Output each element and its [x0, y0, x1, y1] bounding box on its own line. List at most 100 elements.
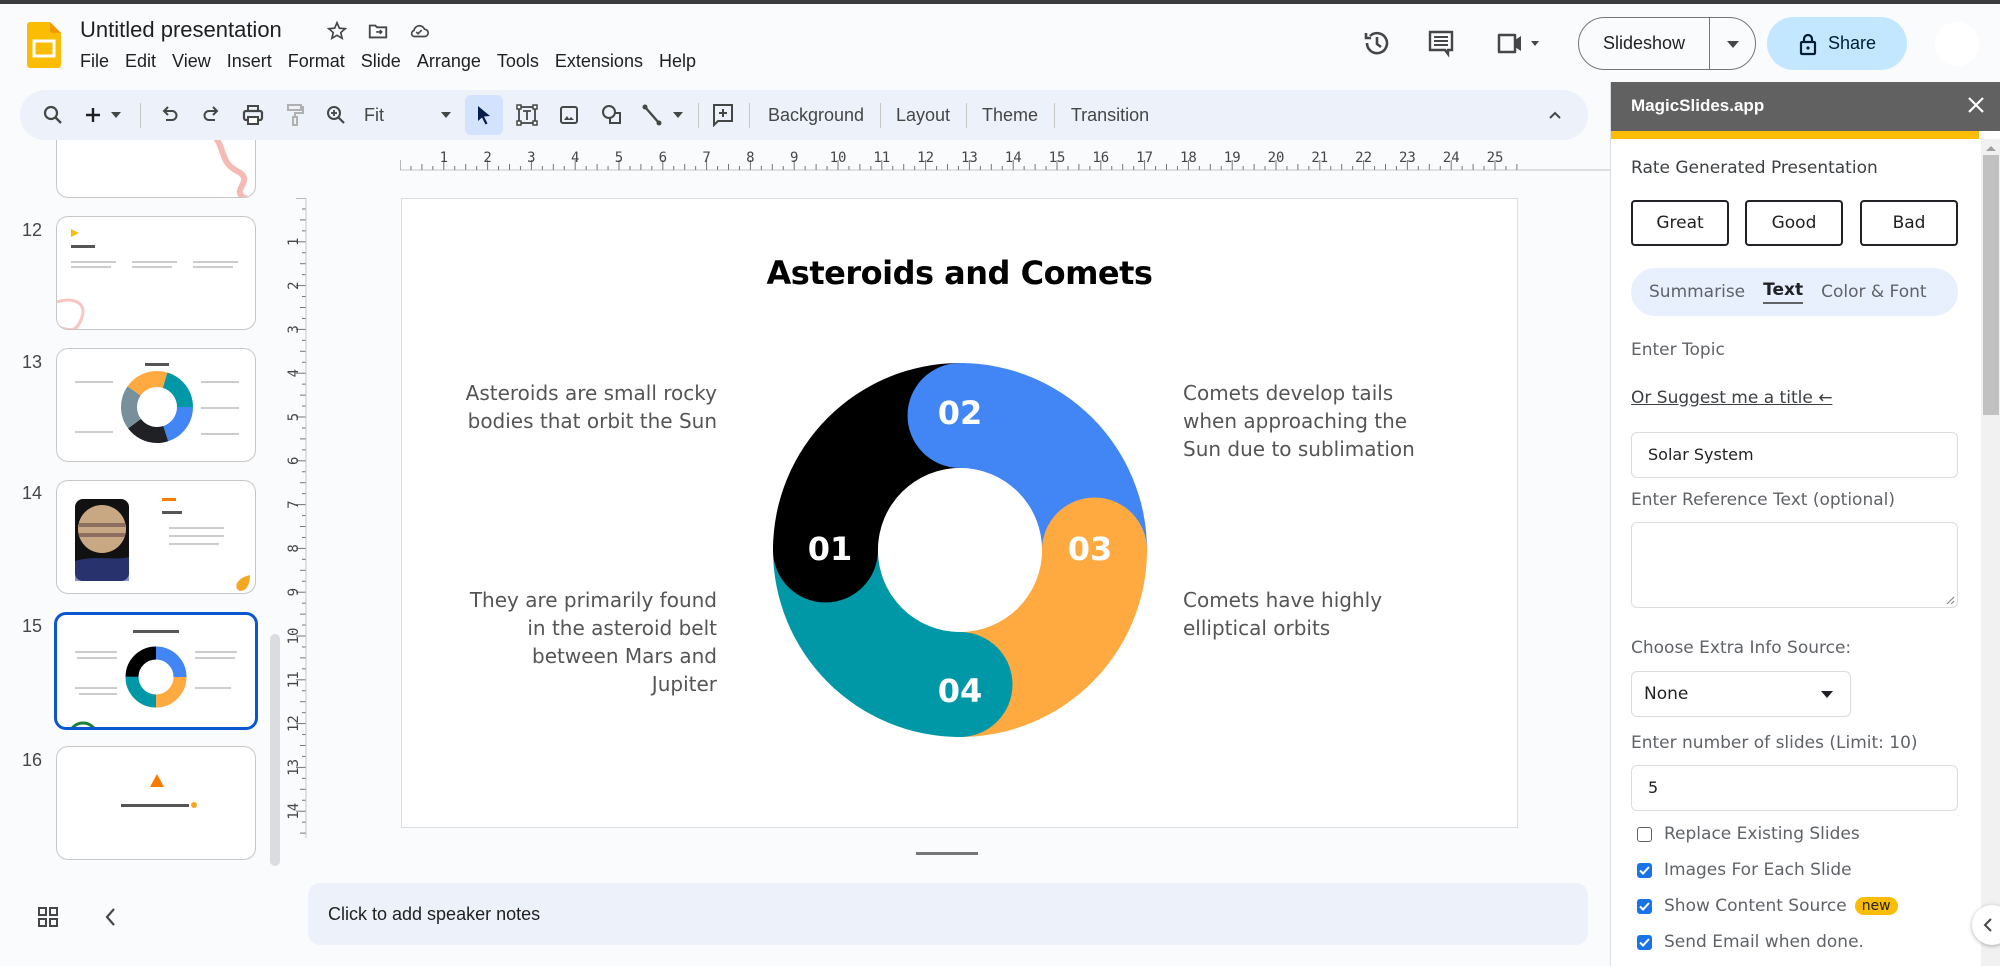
toolbar-divider: [966, 103, 967, 128]
slide-thumbnail-12[interactable]: [56, 216, 256, 330]
redo-button[interactable]: [196, 90, 226, 140]
menu-slide[interactable]: Slide: [353, 51, 409, 72]
slide-thumbnail-15[interactable]: [54, 612, 258, 730]
menu-file[interactable]: File: [80, 51, 117, 72]
undo-button[interactable]: [155, 90, 185, 140]
ruler-label: 17: [1136, 150, 1153, 166]
caret-down-icon: [441, 112, 451, 118]
ruler-label: 24: [1443, 150, 1460, 166]
content-source-option[interactable]: Show Content Source new: [1637, 896, 1898, 916]
source-select[interactable]: None: [1631, 671, 1851, 717]
move-to-folder-icon[interactable]: [367, 20, 389, 42]
cloud-saved-icon[interactable]: [408, 20, 430, 42]
add-comment-button[interactable]: [706, 90, 740, 140]
checkbox-label: Replace Existing Slides: [1664, 824, 1860, 844]
images-checkbox[interactable]: [1637, 862, 1652, 878]
slide-thumbnail-13[interactable]: [56, 348, 256, 462]
point-04-text[interactable]: They are primarily found in the asteroid…: [457, 586, 717, 698]
images-option[interactable]: Images For Each Slide: [1637, 860, 1852, 880]
rate-good-button[interactable]: Good: [1745, 200, 1843, 246]
slide-thumbnail-11[interactable]: [56, 140, 256, 198]
menu-format[interactable]: Format: [280, 51, 353, 72]
version-history-icon[interactable]: [1361, 27, 1393, 59]
star-icon[interactable]: [326, 20, 348, 42]
replace-slides-checkbox[interactable]: [1637, 826, 1652, 842]
shape-button[interactable]: [595, 90, 629, 140]
reference-textarea[interactable]: [1631, 522, 1958, 608]
text-box-button[interactable]: [510, 90, 544, 140]
collapse-toolbar-button[interactable]: [1540, 90, 1570, 140]
ruler-label: 4: [571, 150, 579, 166]
transition-button[interactable]: Transition: [1062, 90, 1158, 140]
cycle-donut-diagram[interactable]: 01 02 03 04: [772, 362, 1148, 738]
panel-scrollbar-thumb[interactable]: [1983, 155, 1999, 415]
topic-input[interactable]: Solar System: [1631, 432, 1958, 478]
paint-format-button[interactable]: [280, 90, 310, 140]
theme-button[interactable]: Theme: [974, 90, 1046, 140]
suggest-title-link[interactable]: Or Suggest me a title ←: [1631, 388, 1832, 408]
collapse-filmstrip-icon[interactable]: [100, 904, 120, 930]
google-slides-logo[interactable]: [27, 22, 61, 68]
grid-view-icon[interactable]: [37, 906, 59, 928]
rate-great-button[interactable]: Great: [1631, 200, 1729, 246]
ruler-label: 13: [286, 759, 302, 776]
menu-view[interactable]: View: [164, 51, 219, 72]
account-avatar[interactable]: [1935, 22, 1979, 66]
resize-grip-icon[interactable]: [1945, 595, 1955, 605]
check-icon: [1639, 865, 1650, 875]
content-source-checkbox[interactable]: [1637, 898, 1652, 914]
tab-text[interactable]: Text: [1763, 280, 1804, 304]
zoom-select[interactable]: Fit: [358, 90, 458, 140]
text-line: elliptical orbits: [1183, 616, 1331, 640]
replace-slides-option[interactable]: Replace Existing Slides: [1637, 824, 1860, 844]
menu-tools[interactable]: Tools: [489, 51, 547, 72]
layout-button[interactable]: Layout: [888, 90, 958, 140]
check-icon: [1639, 901, 1650, 911]
meet-video-icon[interactable]: [1495, 27, 1543, 59]
slideshow-button[interactable]: Slideshow: [1578, 17, 1756, 70]
zoom-button[interactable]: [321, 90, 351, 140]
menu-arrange[interactable]: Arrange: [409, 51, 489, 72]
search-menus-button[interactable]: [38, 90, 68, 140]
tab-summarise[interactable]: Summarise: [1649, 282, 1745, 302]
scroll-up-arrow-icon[interactable]: [1985, 144, 1997, 152]
select-tool-button[interactable]: [465, 95, 503, 135]
menu-help[interactable]: Help: [651, 51, 704, 72]
new-slide-button[interactable]: [85, 90, 125, 140]
line-button[interactable]: [637, 90, 691, 140]
point-03-text[interactable]: Comets have highly elliptical orbits: [1183, 586, 1443, 642]
send-email-checkbox[interactable]: [1637, 934, 1652, 950]
close-icon[interactable]: [1965, 94, 1987, 116]
menu-insert[interactable]: Insert: [219, 51, 280, 72]
menu-extensions[interactable]: Extensions: [547, 51, 651, 72]
toolbar-divider: [880, 103, 881, 128]
tab-color-font[interactable]: Color & Font: [1821, 282, 1926, 302]
insert-image-button[interactable]: [552, 90, 586, 140]
comments-icon[interactable]: [1425, 27, 1457, 59]
slideshow-options-button[interactable]: [1710, 39, 1755, 49]
send-email-option[interactable]: Send Email when done.: [1637, 932, 1864, 952]
add-comment-icon: [713, 104, 733, 127]
rate-bad-button[interactable]: Bad: [1860, 200, 1958, 246]
slide-filmstrip: 12 13 14 15 16: [0, 140, 270, 880]
notes-resize-handle[interactable]: [916, 852, 978, 855]
document-title[interactable]: Untitled presentation: [80, 17, 282, 43]
print-button[interactable]: [238, 90, 268, 140]
slide-canvas[interactable]: Asteroids and Comets Asteroids are small…: [401, 198, 1518, 828]
ruler-label: 12: [286, 715, 302, 732]
speaker-notes[interactable]: Click to add speaker notes: [308, 883, 1588, 945]
slideshow-label[interactable]: Slideshow: [1579, 18, 1710, 69]
slide-thumbnail-16[interactable]: [56, 746, 256, 860]
text-line: in the asteroid belt: [527, 616, 717, 640]
menu-edit[interactable]: Edit: [117, 51, 164, 72]
share-button[interactable]: Share: [1767, 17, 1907, 70]
slide-thumbnail-14[interactable]: [56, 480, 256, 594]
slide-12-preview: [57, 229, 238, 329]
point-02-text[interactable]: Comets develop tails when approaching th…: [1183, 379, 1443, 463]
slides-count-input[interactable]: 5: [1631, 765, 1958, 811]
background-button[interactable]: Background: [760, 90, 872, 140]
point-01-text[interactable]: Asteroids are small rocky bodies that or…: [457, 379, 717, 435]
slide-title[interactable]: Asteroids and Comets: [402, 254, 1517, 292]
ruler-label: 4: [286, 369, 302, 377]
filmstrip-scrollbar[interactable]: [270, 634, 280, 866]
